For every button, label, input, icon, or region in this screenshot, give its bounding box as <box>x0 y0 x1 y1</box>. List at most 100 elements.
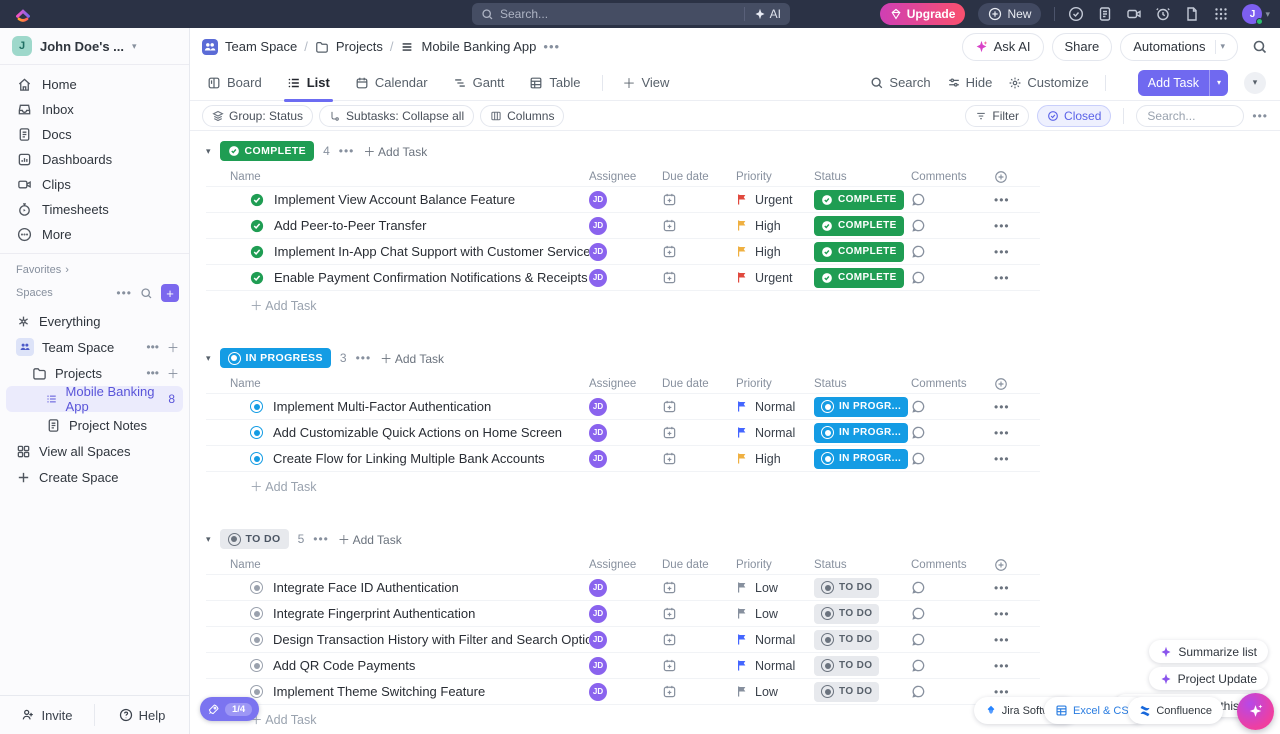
due-date-icon[interactable] <box>662 658 736 673</box>
columns-chip[interactable]: Columns <box>480 105 564 127</box>
apps-grid-icon[interactable] <box>1213 6 1229 22</box>
breadcrumb-space[interactable]: Team Space <box>225 39 297 54</box>
comments-icon[interactable] <box>911 270 994 285</box>
priority-label[interactable]: Low <box>755 685 778 699</box>
add-task-row[interactable]: ＋ Add Task <box>206 472 1040 498</box>
group-collapse-icon[interactable]: ▾ <box>206 534 211 545</box>
column-header-name[interactable]: Name <box>206 171 589 183</box>
task-status-icon[interactable] <box>250 659 263 672</box>
task-row[interactable]: Implement In-App Chat Support with Custo… <box>206 239 1040 265</box>
due-date-icon[interactable] <box>662 399 736 414</box>
priority-label[interactable]: Normal <box>755 400 795 414</box>
sidebar-item-dashboards[interactable]: Dashboards <box>0 147 189 172</box>
comments-icon[interactable] <box>911 244 994 259</box>
global-search-input[interactable]: Search... AI <box>472 3 790 25</box>
column-header-status[interactable]: Status <box>814 559 911 571</box>
task-more-icon[interactable]: ••• <box>994 581 1040 595</box>
task-status-icon[interactable] <box>250 400 263 413</box>
due-date-icon[interactable] <box>662 684 736 699</box>
spaces-more-icon[interactable]: ••• <box>116 286 132 300</box>
comments-icon[interactable] <box>911 632 994 647</box>
group-add-task-button[interactable]: ＋ Add Task <box>338 531 402 548</box>
priority-label[interactable]: Normal <box>755 426 795 440</box>
comments-icon[interactable] <box>911 399 994 414</box>
task-row[interactable]: Add Peer-to-Peer TransferJDHighCOMPLETE•… <box>206 213 1040 239</box>
comments-icon[interactable] <box>911 684 994 699</box>
sidebar-item-timesheets[interactable]: Timesheets <box>0 197 189 222</box>
add-column-icon[interactable] <box>994 377 1040 391</box>
task-more-icon[interactable]: ••• <box>994 193 1040 207</box>
column-header-assignee[interactable]: Assignee <box>589 171 662 183</box>
sidebar-item-more[interactable]: More <box>0 222 189 247</box>
breadcrumb-folder[interactable]: Projects <box>336 39 383 54</box>
tab-board[interactable]: Board <box>204 65 265 101</box>
priority-label[interactable]: Normal <box>755 659 795 673</box>
priority-label[interactable]: High <box>755 452 781 466</box>
status-pill[interactable]: COMPLETE <box>814 190 904 210</box>
add-task-row[interactable]: ＋ Add Task <box>206 291 1040 317</box>
task-name[interactable]: Enable Payment Confirmation Notification… <box>274 270 588 285</box>
priority-label[interactable]: Low <box>755 581 778 595</box>
breadcrumb-list[interactable]: Mobile Banking App <box>421 39 536 54</box>
task-status-icon[interactable] <box>250 685 263 698</box>
folder-more-icon[interactable]: ••• <box>146 366 159 380</box>
add-view-button[interactable]: ＋ View <box>619 65 672 101</box>
comments-icon[interactable] <box>911 451 994 466</box>
sidebar-item-home[interactable]: Home <box>0 72 189 97</box>
status-pill[interactable]: IN PROGR... <box>814 423 908 443</box>
assignee-avatar[interactable]: JD <box>589 631 607 649</box>
assignee-avatar[interactable]: JD <box>589 683 607 701</box>
search-tasks-button[interactable]: Search <box>870 75 930 90</box>
task-more-icon[interactable]: ••• <box>994 607 1040 621</box>
user-menu[interactable]: J ▾ <box>1242 4 1270 24</box>
task-status-icon[interactable] <box>250 245 264 259</box>
comments-icon[interactable] <box>911 658 994 673</box>
column-header-priority[interactable]: Priority <box>736 378 814 390</box>
space-more-icon[interactable]: ••• <box>146 340 159 354</box>
assignee-avatar[interactable]: JD <box>589 450 607 468</box>
tab-calendar[interactable]: Calendar <box>352 65 431 101</box>
task-name[interactable]: Implement Theme Switching Feature <box>273 684 485 699</box>
due-date-icon[interactable] <box>662 451 736 466</box>
column-header-priority[interactable]: Priority <box>736 171 814 183</box>
task-row[interactable]: Implement Multi-Factor AuthenticationJDN… <box>206 394 1040 420</box>
sidebar-item-mobile-banking-app[interactable]: Mobile Banking App 8 <box>6 386 183 412</box>
summarize-list-button[interactable]: Summarize list <box>1149 640 1268 663</box>
group-add-task-button[interactable]: ＋ Add Task <box>380 350 444 367</box>
column-header-name[interactable]: Name <box>206 378 589 390</box>
task-name[interactable]: Add Peer-to-Peer Transfer <box>274 218 426 233</box>
ask-ai-button[interactable]: Ask AI <box>962 33 1044 61</box>
status-pill[interactable]: IN PROGR... <box>814 397 908 417</box>
priority-label[interactable]: Urgent <box>755 271 793 285</box>
task-name[interactable]: Design Transaction History with Filter a… <box>273 632 589 647</box>
topbar-ai-button[interactable]: AI <box>744 7 781 21</box>
add-column-icon[interactable] <box>994 170 1040 184</box>
tab-table[interactable]: Table <box>526 65 583 101</box>
assignee-avatar[interactable]: JD <box>589 424 607 442</box>
group-status-badge[interactable]: COMPLETE <box>220 141 315 161</box>
task-status-icon[interactable] <box>250 193 264 207</box>
column-header-assignee[interactable]: Assignee <box>589 378 662 390</box>
header-search-icon[interactable] <box>1252 39 1268 55</box>
comments-icon[interactable] <box>911 218 994 233</box>
status-pill[interactable]: TO DO <box>814 604 879 624</box>
task-status-icon[interactable] <box>250 271 264 285</box>
due-date-icon[interactable] <box>662 580 736 595</box>
automations-button[interactable]: Automations ▾ <box>1120 33 1238 61</box>
column-header-due-date[interactable]: Due date <box>662 559 736 571</box>
task-more-icon[interactable]: ••• <box>994 452 1040 466</box>
todo-check-icon[interactable] <box>1068 6 1084 22</box>
assignee-avatar[interactable]: JD <box>589 243 607 261</box>
confluence-button[interactable]: Confluence <box>1128 697 1223 724</box>
group-more-icon[interactable]: ••• <box>313 532 329 546</box>
task-row[interactable]: Add Customizable Quick Actions on Home S… <box>206 420 1040 446</box>
help-button[interactable]: Help <box>95 696 189 734</box>
comments-icon[interactable] <box>911 606 994 621</box>
task-name[interactable]: Implement View Account Balance Feature <box>274 192 515 207</box>
add-task-dropdown[interactable]: ▾ <box>1209 70 1228 96</box>
status-pill[interactable]: COMPLETE <box>814 216 904 236</box>
task-more-icon[interactable]: ••• <box>994 400 1040 414</box>
group-add-task-button[interactable]: ＋ Add Task <box>363 143 427 160</box>
sidebar-item-everything[interactable]: Everything <box>0 308 189 334</box>
clip-record-icon[interactable] <box>1126 6 1142 22</box>
